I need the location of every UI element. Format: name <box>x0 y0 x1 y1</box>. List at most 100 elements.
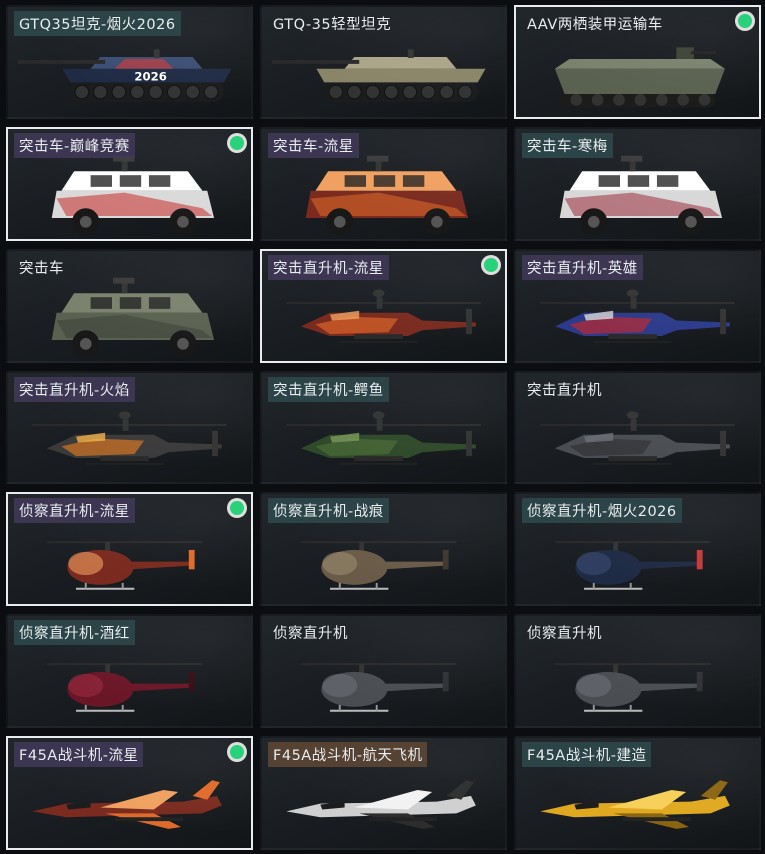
turret-gun-shape <box>620 155 643 162</box>
tail-boom-shape <box>637 561 701 570</box>
road-wheel-shape <box>129 84 145 100</box>
vehicle-skin-card[interactable]: 侦察直升机 <box>260 614 507 729</box>
vehicle-skin-card[interactable]: 突击车 <box>6 248 253 363</box>
vehicle-skin-name: 侦察直升机 <box>527 626 602 643</box>
canopy-shape <box>576 552 612 576</box>
wheel-hub-shape <box>685 215 697 228</box>
vehicle-skin-name: 侦察直升机-酒红 <box>14 620 135 646</box>
vehicle-skin-card[interactable]: 侦察直升机-烟火2026 <box>514 492 761 607</box>
radar-dome-shape <box>118 410 131 419</box>
tail-boom-shape <box>383 561 447 570</box>
weapon-pylon-shape <box>100 455 149 461</box>
road-wheel-shape <box>402 84 418 100</box>
equipped-indicator-icon <box>738 14 752 28</box>
road-wheel-shape <box>655 93 668 106</box>
canopy-shape <box>68 674 104 698</box>
deck-shape <box>554 59 725 69</box>
antenna-shape <box>153 49 160 59</box>
gun-barrel-shape <box>271 59 360 64</box>
tail-fin-shape <box>188 550 195 570</box>
vehicle-skin-card[interactable]: GTQ-35轻型坦克 <box>260 5 507 119</box>
vehicle-skin-card[interactable]: 侦察直升机-酒红 <box>6 614 253 729</box>
road-wheel-shape <box>111 84 127 100</box>
weapon-pylon-shape <box>354 455 403 461</box>
radar-dome-shape <box>372 410 385 419</box>
vehicle-skin-card[interactable]: F45A战斗机-流星 <box>6 736 253 850</box>
rotor-mast-shape <box>376 418 383 431</box>
vehicle-skin-name: 突击直升机-鳄鱼 <box>268 376 389 402</box>
vehicle-skin-card[interactable]: F45A战斗机-建造 <box>514 736 761 850</box>
turret-gun-shape <box>366 155 389 162</box>
vehicle-skin-card[interactable]: 侦察直升机-战痕 <box>260 492 507 607</box>
tail-boom-shape <box>129 561 193 570</box>
vehicle-skin-card[interactable]: GTQ35坦克-烟火2026 2026 <box>6 5 253 119</box>
road-wheel-shape <box>93 84 108 100</box>
weapon-rail-shape <box>622 817 691 822</box>
wheel-hub-shape <box>177 215 189 228</box>
vehicle-skin-name: 侦察直升机 <box>273 626 348 643</box>
vehicle-skin-card[interactable]: 突击车-流星 <box>260 126 507 241</box>
radar-dome-shape <box>372 289 385 297</box>
vehicle-skin-card[interactable]: 突击车-巅峰竞赛 <box>6 126 253 241</box>
vehicle-skin-name: 突击车-流星 <box>268 132 359 158</box>
tail-boom-shape <box>383 683 447 692</box>
road-wheel-shape <box>439 84 454 100</box>
road-wheel-shape <box>328 84 344 100</box>
wheel-hub-shape <box>177 337 189 350</box>
vehicle-skin-card[interactable]: 突击直升机-鳄鱼 <box>260 370 507 485</box>
equipped-indicator-icon <box>230 135 244 150</box>
road-wheel-shape <box>613 93 625 106</box>
weapon-pylon-shape <box>608 455 657 461</box>
vehicle-skin-card[interactable]: 侦察直升机-流星 <box>6 492 253 607</box>
hull-shape <box>316 68 486 83</box>
window-shape <box>598 175 621 187</box>
road-wheel-shape <box>420 84 436 100</box>
road-wheel-shape <box>185 84 200 100</box>
vehicle-skin-name: GTQ-35轻型坦克 <box>273 17 392 33</box>
wheel-hub-shape <box>79 337 92 350</box>
window-shape <box>119 175 142 187</box>
window-shape <box>148 296 171 309</box>
track-shape <box>322 80 478 102</box>
tail-fin-shape <box>442 672 449 692</box>
vehicle-skin-card[interactable]: 侦察直升机 <box>514 614 761 729</box>
weapon-pylon-shape <box>354 333 403 339</box>
tail-boom-shape <box>129 683 193 692</box>
weapon-pylon-shape <box>608 333 657 339</box>
window-shape <box>627 175 650 187</box>
vehicle-skin-name: 突击直升机-英雄 <box>522 254 643 280</box>
turret-shape <box>344 57 457 69</box>
window-shape <box>119 296 142 309</box>
window-shape <box>656 175 679 187</box>
tail-rotor-shape <box>720 430 726 456</box>
road-wheel-shape <box>383 84 399 100</box>
weapon-rail-shape <box>368 817 437 822</box>
tail-fin-shape <box>696 550 703 570</box>
vehicle-skin-name: AAV两栖装甲运输车 <box>527 17 663 33</box>
vehicle-skin-card[interactable]: 突击直升机-火焰 <box>6 370 253 485</box>
vehicle-skin-name: 侦察直升机-烟火2026 <box>522 498 682 524</box>
gun-barrel-shape <box>17 59 106 64</box>
vehicle-skin-name: 突击车-寒梅 <box>522 132 613 158</box>
vehicle-skin-card[interactable]: 突击车-寒梅 <box>514 126 761 241</box>
vehicle-skin-card[interactable]: F45A战斗机-航天飞机 <box>260 736 507 850</box>
wheel-hub-shape <box>587 215 600 228</box>
window-shape <box>90 296 113 309</box>
tail-fin-shape <box>696 672 703 692</box>
road-wheel-shape <box>570 93 583 106</box>
vehicle-skin-name: 突击车 <box>19 260 64 277</box>
turret-gun-shape <box>112 277 135 284</box>
rotor-mast-shape <box>630 296 637 309</box>
window-shape <box>373 175 396 187</box>
rotor-mast-shape <box>630 418 637 431</box>
vehicle-skin-card[interactable]: AAV两栖装甲运输车 <box>514 5 761 119</box>
vehicle-skin-card[interactable]: 突击直升机-英雄 <box>514 248 761 363</box>
vehicle-skin-card[interactable]: 突击直升机-流星 <box>260 248 507 363</box>
tail-fin-shape <box>442 550 449 570</box>
vehicle-skin-name: F45A战斗机-航天飞机 <box>268 742 428 768</box>
rotor-mast-shape <box>376 296 383 309</box>
vehicle-skin-card[interactable]: 突击直升机 <box>514 370 761 485</box>
antenna-shape <box>407 49 414 59</box>
hull-shape <box>554 68 725 94</box>
vehicle-skin-name: F45A战斗机-建造 <box>522 742 652 768</box>
